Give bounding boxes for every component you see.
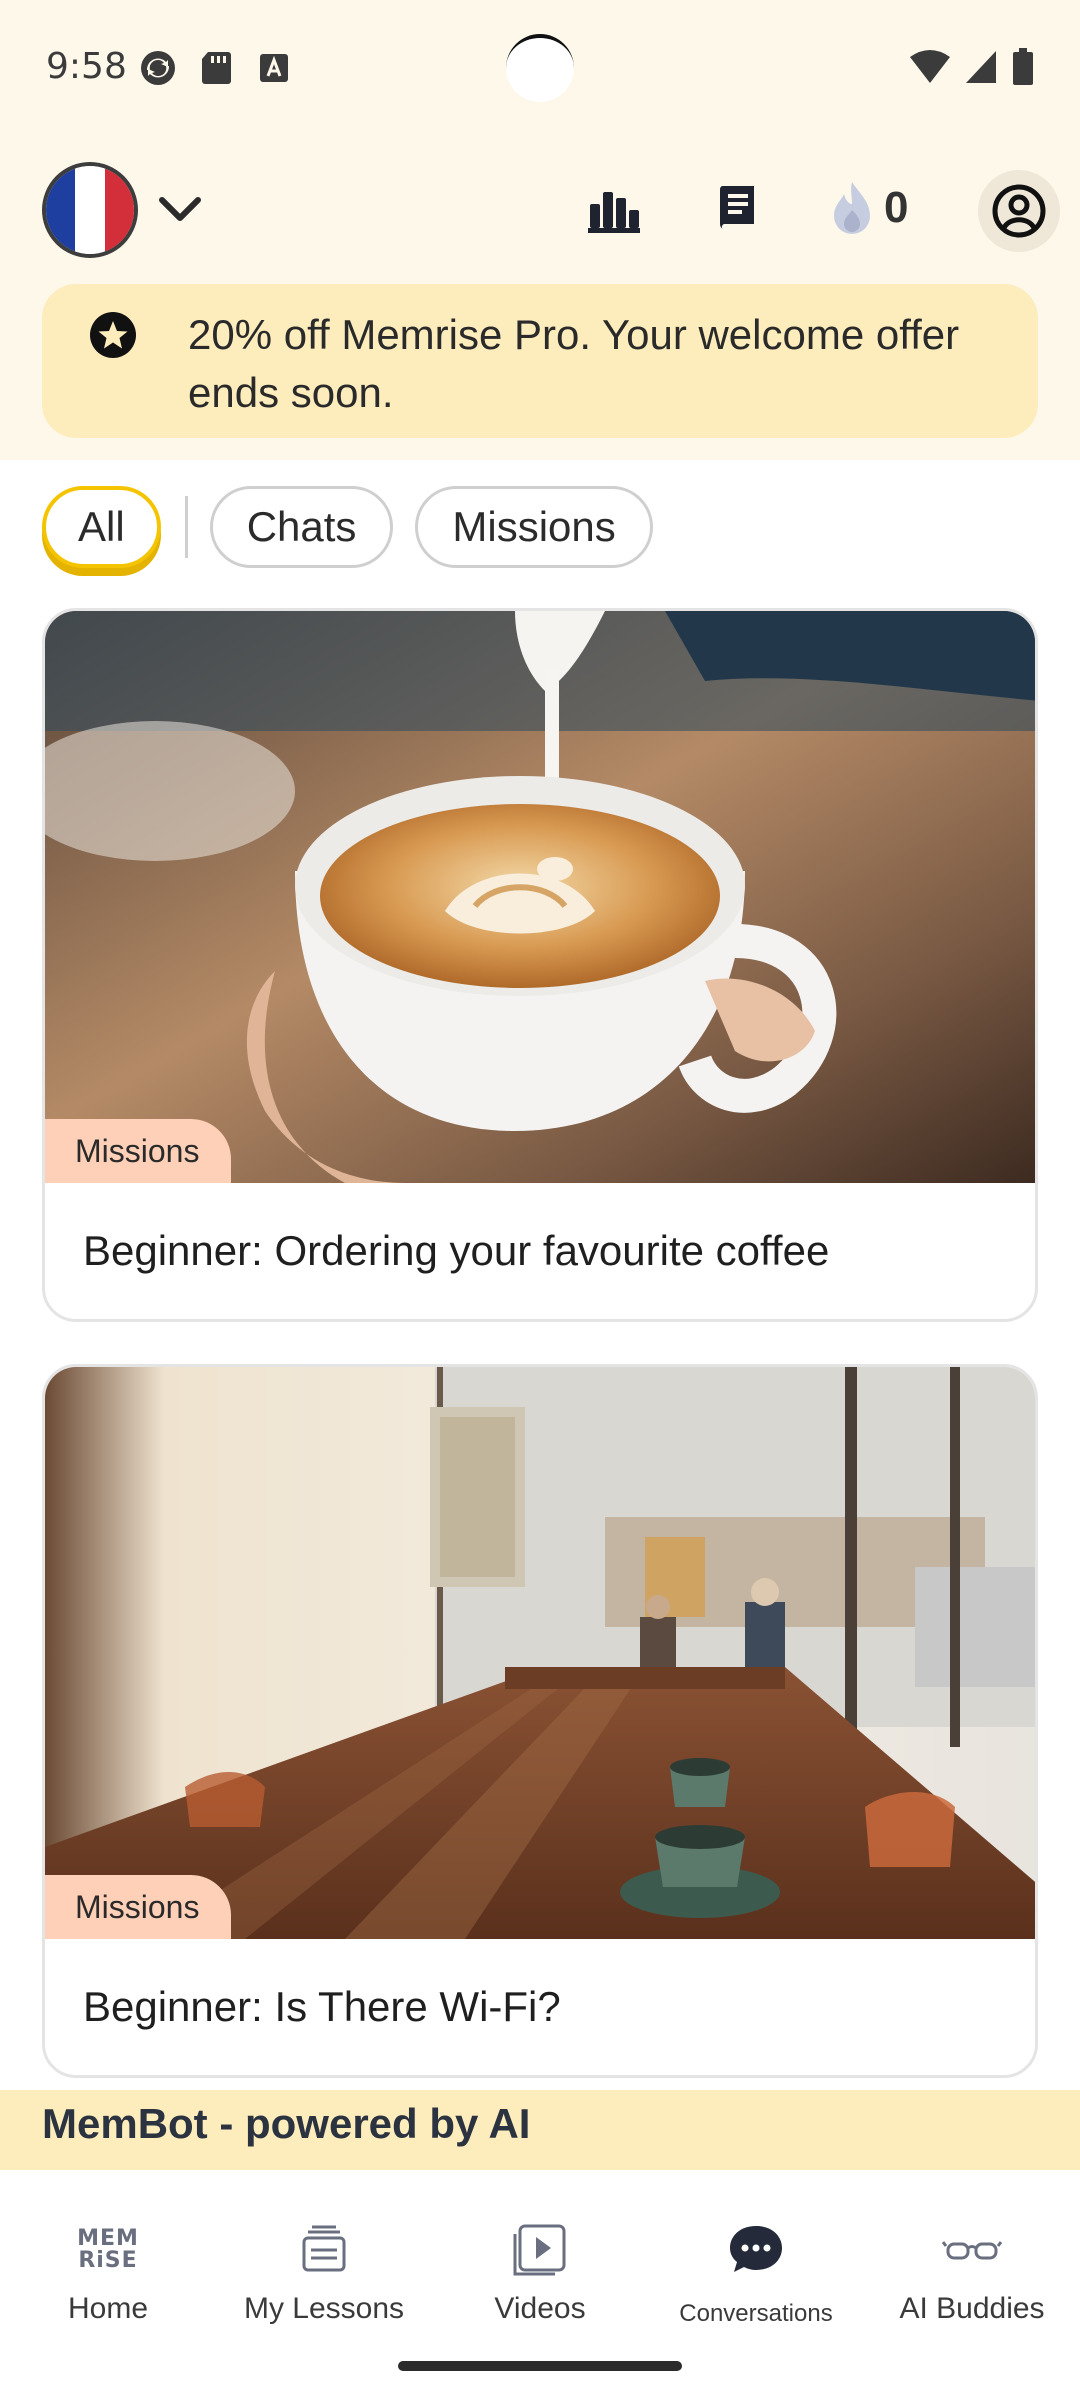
chevron-down-icon[interactable] (156, 188, 204, 232)
filter-chips: All Chats Missions (42, 482, 653, 572)
filter-all-chip[interactable]: All (42, 486, 161, 568)
nav-conversations[interactable]: Conversations (648, 2220, 864, 2328)
account-button[interactable] (978, 170, 1060, 252)
streak-count: 0 (884, 183, 909, 232)
latte-art-illustration (45, 611, 1035, 1183)
filter-missions-chip[interactable]: Missions (415, 486, 653, 568)
nav-label: Home (67, 2292, 149, 2325)
home-logo-top: MEM (77, 2226, 139, 2251)
flag-stripe-red (104, 166, 134, 254)
sd-card-icon (202, 52, 231, 84)
status-time: 9:58 (46, 46, 127, 87)
membot-text: MemBot - powered by AI (42, 2100, 531, 2147)
wifi-icon (910, 50, 950, 83)
gesture-bar[interactable] (398, 2361, 682, 2371)
card-tag: Missions (45, 1119, 232, 1183)
cafe-table-illustration (45, 1367, 1035, 1939)
signal-icon (966, 51, 996, 83)
battery-icon (1013, 48, 1033, 85)
glasses-icon (942, 2241, 1002, 2260)
nav-label: Videos (494, 2292, 586, 2325)
flag-stripe-white (75, 166, 105, 254)
leaderboard-icon[interactable] (586, 182, 642, 238)
status-bar: 9:58 (0, 0, 1080, 140)
flag-stripe-blue (46, 166, 76, 254)
flame-icon (834, 182, 870, 234)
status-icons-left (138, 48, 294, 88)
promo-banner[interactable]: 20% off Memrise Pro. Your welcome offer … (42, 284, 1038, 438)
chat-bubble-icon (730, 2226, 782, 2272)
header: 0 20% off Memrise Pro. Your welcome offe… (0, 140, 1080, 460)
membot-banner[interactable]: MemBot - powered by AI (0, 2090, 1080, 2170)
card-title: Beginner: Ordering your favourite coffee (83, 1227, 830, 1274)
streak-counter[interactable]: 0 (830, 180, 908, 236)
status-icons-right (910, 48, 1034, 86)
nav-label: Conversations (679, 2300, 833, 2327)
video-icon (513, 2224, 566, 2276)
nav-videos[interactable]: Videos (432, 2220, 648, 2326)
memrise-logo-icon: MEM RiSE (77, 2220, 139, 2280)
mission-card[interactable]: Missions Beginner: Ordering your favouri… (42, 608, 1038, 1322)
language-flag-button[interactable] (42, 162, 138, 258)
camera-cutout (506, 34, 574, 102)
nav-ai-buddies[interactable]: AI Buddies (864, 2220, 1080, 2326)
cafe-table-photo: Missions (45, 1367, 1035, 1939)
nav-label: AI Buddies (899, 2292, 1045, 2325)
nav-label: My Lessons (243, 2292, 405, 2325)
lessons-icon (302, 2225, 346, 2272)
nav-home[interactable]: MEM RiSE Home (0, 2220, 216, 2326)
filter-chats-chip[interactable]: Chats (209, 486, 394, 568)
card-title: Beginner: Is There Wi-Fi? (83, 1983, 561, 2030)
keyboard-a-icon (260, 54, 288, 82)
home-logo-bottom: RiSE (78, 2248, 138, 2273)
mission-card[interactable]: Missions Beginner: Is There Wi-Fi? (42, 1364, 1038, 2078)
sync-icon (141, 51, 175, 85)
chip-divider (184, 496, 188, 558)
latte-art-photo: Missions (45, 611, 1035, 1183)
promo-text: 20% off Memrise Pro. Your welcome offer … (188, 311, 960, 416)
card-tag: Missions (45, 1875, 232, 1939)
account-icon (992, 184, 1046, 238)
dictionary-icon[interactable] (710, 182, 766, 238)
nav-my-lessons[interactable]: My Lessons (216, 2220, 432, 2326)
star-icon (90, 312, 136, 358)
